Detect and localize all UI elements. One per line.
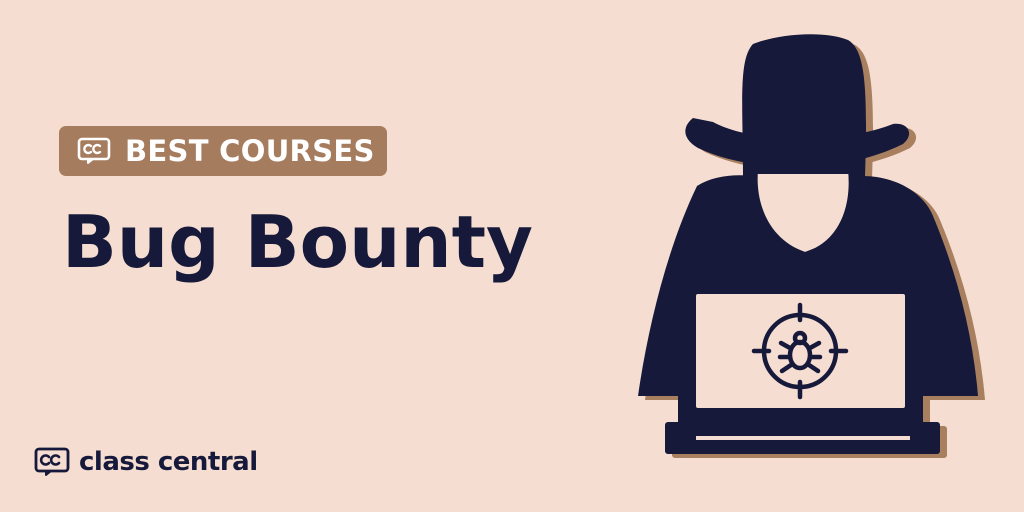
banner: BEST COURSES Bug Bounty class central <box>0 0 1024 512</box>
page-title: Bug Bounty <box>62 200 533 284</box>
brand-name: class central <box>79 447 258 477</box>
badge-label: BEST COURSES <box>125 134 375 168</box>
hacker-figure <box>638 34 985 458</box>
hat-band <box>745 156 863 174</box>
cc-logo-icon <box>77 137 111 164</box>
cc-logo-icon <box>34 447 70 476</box>
best-courses-badge: BEST COURSES <box>59 126 387 176</box>
class-central-logo[interactable]: class central <box>34 447 258 477</box>
